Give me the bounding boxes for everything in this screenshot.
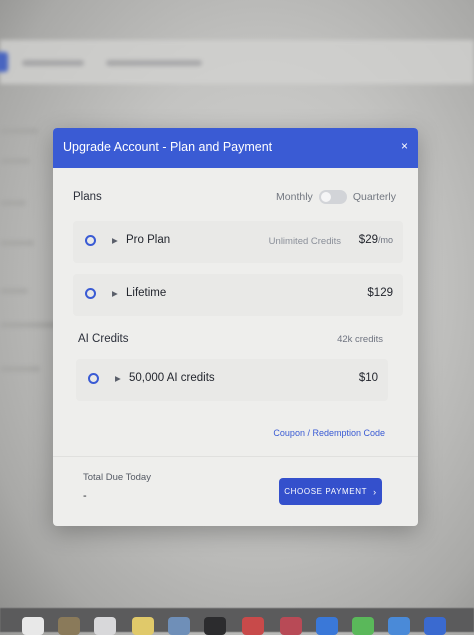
ai-credits-label: 50,000 AI credits <box>129 372 215 384</box>
caret-right-icon[interactable]: ▶ <box>115 374 121 383</box>
caret-right-icon[interactable]: ▶ <box>112 236 118 245</box>
close-icon[interactable]: × <box>401 139 408 153</box>
price-period: /mo <box>377 235 393 245</box>
app-icon <box>58 617 80 635</box>
coupon-link[interactable]: Coupon / Redemption Code <box>273 428 385 438</box>
music-icon <box>242 617 264 635</box>
plan-label: Lifetime <box>126 287 167 299</box>
ai-credits-price: $10 <box>358 372 378 384</box>
background-line <box>0 240 34 246</box>
background-accent <box>0 52 8 72</box>
plan-price: $129 <box>367 287 393 299</box>
app-icon <box>316 617 338 635</box>
ai-credits-count: 42k credits <box>337 334 383 345</box>
choose-payment-label: CHOOSE PAYMENT <box>284 487 368 496</box>
plan-row-pro[interactable]: ▶ Pro Plan Unlimited Credits $29/mo <box>73 221 403 263</box>
ai-credits-section-label: AI Credits <box>78 333 129 345</box>
ai-credits-row[interactable]: ▶ 50,000 AI credits $10 <box>76 359 388 401</box>
billing-period-toggle[interactable] <box>318 190 347 204</box>
app-icon <box>204 617 226 635</box>
price-amount: $29 <box>358 234 378 246</box>
radio-icon[interactable] <box>85 235 96 246</box>
modal-header: Upgrade Account - Plan and Payment × <box>53 128 418 168</box>
plan-row-lifetime[interactable]: ▶ Lifetime $129 <box>73 274 403 316</box>
plan-label: Pro Plan <box>126 234 171 246</box>
background-line <box>0 366 40 372</box>
toggle-knob <box>320 192 331 202</box>
app-icon <box>424 617 446 635</box>
billing-period-toggle-group: Monthly Quarterly <box>276 190 396 204</box>
calendar-icon <box>22 617 44 635</box>
background-line <box>0 128 38 134</box>
plan-price: $29/mo <box>359 234 393 246</box>
notes-icon <box>132 617 154 635</box>
total-due-value: - <box>83 490 87 502</box>
app-icon <box>352 617 374 635</box>
choose-payment-button[interactable]: CHOOSE PAYMENT › <box>279 478 382 505</box>
background-line <box>0 322 60 328</box>
modal-title: Upgrade Account - Plan and Payment <box>63 140 273 154</box>
app-icon <box>280 617 302 635</box>
app-icon <box>94 617 116 635</box>
background-line <box>0 158 30 164</box>
app-icon <box>168 617 190 635</box>
upgrade-modal: Upgrade Account - Plan and Payment × Pla… <box>53 128 418 526</box>
monthly-label[interactable]: Monthly <box>276 191 313 203</box>
app-icon <box>388 617 410 635</box>
plans-section-label: Plans <box>73 191 102 203</box>
caret-right-icon[interactable]: ▶ <box>112 289 118 298</box>
radio-icon[interactable] <box>85 288 96 299</box>
chevron-right-icon: › <box>373 486 377 497</box>
plan-description: Unlimited Credits <box>268 236 341 247</box>
total-due-label: Total Due Today <box>83 472 151 483</box>
background-tab <box>106 60 202 66</box>
radio-icon[interactable] <box>88 373 99 384</box>
background-line <box>0 288 28 294</box>
background-line <box>0 200 26 206</box>
background-tab <box>22 60 84 66</box>
quarterly-label[interactable]: Quarterly <box>353 191 396 203</box>
